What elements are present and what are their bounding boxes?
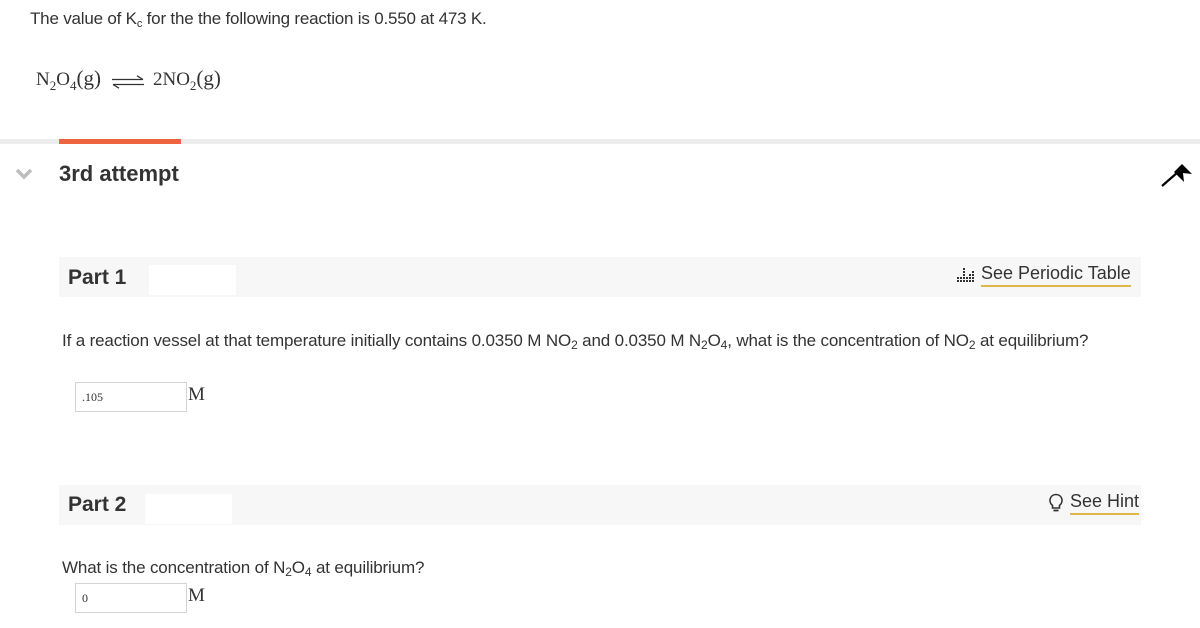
equilibrium-arrow-icon (111, 75, 144, 89)
reactant: N2O4(g) (36, 66, 101, 94)
problem-intro: The value of Kc for the the following re… (30, 9, 487, 30)
part1-title: Part 1 (68, 266, 127, 289)
attempt-label[interactable]: 3rd attempt (59, 161, 179, 187)
part2-unit: M (188, 585, 205, 606)
intro-text-suffix: for the the following reaction is 0.550 … (142, 9, 487, 28)
see-hint-link[interactable]: See Hint (1047, 491, 1140, 515)
q1-text: O (707, 331, 721, 350)
part2-answer-input[interactable] (75, 583, 187, 613)
product-symbol: 2NO (152, 69, 190, 90)
lightbulb-icon (1049, 493, 1063, 512)
q1-text: and 0.0350 M N (577, 331, 702, 350)
part2-question: What is the concentration of N2O4 at equ… (62, 555, 1122, 585)
product-phase: (g) (196, 66, 221, 90)
part1-answer-input[interactable] (75, 382, 187, 412)
see-periodic-table-label[interactable]: See Periodic Table (981, 263, 1131, 287)
see-periodic-table-link[interactable]: See Periodic Table (956, 263, 1131, 287)
q1-text: If a reaction vessel at that temperature… (62, 331, 572, 350)
q1-text: , what is the concentration of NO (727, 331, 969, 350)
chevron-down-icon[interactable] (14, 166, 34, 182)
part2-title: Part 2 (68, 493, 127, 516)
part1-status-box (149, 265, 236, 295)
reactant-symbol: N (36, 69, 50, 90)
part2-status-box (145, 494, 232, 524)
product: 2NO2(g) (153, 66, 221, 94)
reactant-symbol2: O (56, 69, 70, 90)
q2-text: What is the concentration of N (62, 558, 286, 577)
q2-text: O (291, 558, 305, 577)
intro-text: The value of K (30, 9, 137, 28)
periodic-table-icon (957, 268, 974, 282)
q1-text: at equilibrium? (975, 331, 1089, 350)
attempt-progress-fill (59, 139, 181, 144)
pin-icon[interactable] (1156, 160, 1196, 192)
reaction-equation: N2O4(g) 2NO2(g) (36, 66, 221, 94)
reactant-phase: (g) (76, 66, 101, 90)
see-hint-label[interactable]: See Hint (1070, 491, 1140, 515)
part1-unit: M (188, 384, 205, 405)
part1-question: If a reaction vessel at that temperature… (62, 328, 1122, 358)
q2-text: at equilibrium? (311, 558, 425, 577)
